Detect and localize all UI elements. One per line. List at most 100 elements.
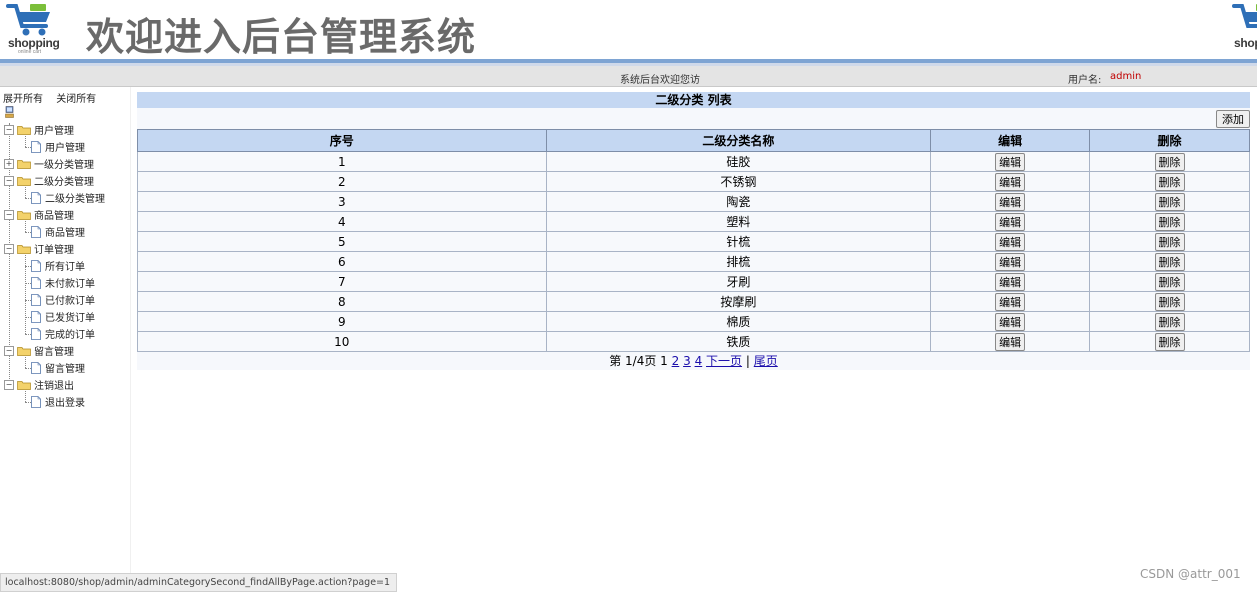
collapse-toggle-icon[interactable]: − <box>4 175 14 186</box>
collapse-toggle-icon[interactable]: − <box>4 209 14 220</box>
table-row: 10 铁质 编辑 删除 <box>137 331 1250 352</box>
cell-delete: 删除 <box>1089 171 1250 192</box>
tree-leaf[interactable]: 已付款订单 <box>31 292 95 307</box>
table-row: 3 陶瓷 编辑 删除 <box>137 191 1250 212</box>
delete-button[interactable]: 删除 <box>1154 332 1185 351</box>
edit-button[interactable]: 编辑 <box>995 232 1026 251</box>
collapse-all-link[interactable]: 关闭所有 <box>56 94 96 105</box>
cell-no: 5 <box>137 231 547 252</box>
tree-leaf[interactable]: 留言管理 <box>31 360 85 375</box>
edit-button[interactable]: 编辑 <box>995 152 1026 171</box>
collapse-toggle-icon[interactable]: − <box>4 243 14 254</box>
tree-leaf[interactable]: 完成的订单 <box>31 326 95 341</box>
cart-icon <box>6 4 50 36</box>
edit-button[interactable]: 编辑 <box>995 332 1026 351</box>
tree-folder[interactable]: − 订单管理 <box>4 241 74 256</box>
welcome-text: 系统后台欢迎您访 <box>620 75 700 86</box>
add-button[interactable]: 添加 <box>1216 110 1250 128</box>
tree-folder[interactable]: − 二级分类管理 <box>4 173 94 188</box>
tree-branch-line <box>25 391 26 402</box>
folder-icon <box>17 380 31 390</box>
folder-icon <box>17 176 31 186</box>
cell-category-name: 针梳 <box>545 231 932 252</box>
tree-folder[interactable]: − 商品管理 <box>4 207 74 222</box>
tree-folder[interactable]: + 一级分类管理 <box>4 156 94 171</box>
delete-button[interactable]: 删除 <box>1154 152 1185 171</box>
cell-edit: 编辑 <box>930 231 1091 252</box>
tree-leaf[interactable]: 退出登录 <box>31 394 85 409</box>
delete-button[interactable]: 删除 <box>1154 292 1185 311</box>
tree-branch-line <box>25 187 26 198</box>
edit-button[interactable]: 编辑 <box>995 192 1026 211</box>
expand-all-link[interactable]: 展开所有 <box>3 94 43 105</box>
expand-toggle-icon[interactable]: + <box>4 158 14 169</box>
cell-edit: 编辑 <box>930 331 1091 352</box>
cart-icon <box>1232 4 1257 28</box>
tree-controls: 展开所有 关闭所有 <box>3 90 106 105</box>
collapse-toggle-icon[interactable]: − <box>4 124 14 135</box>
tree-leaf[interactable]: 二级分类管理 <box>31 190 105 205</box>
pager-current: 第 1/4页 1 <box>609 354 668 368</box>
collapse-toggle-icon[interactable]: − <box>4 379 14 390</box>
edit-button[interactable]: 编辑 <box>995 272 1026 291</box>
cell-delete: 删除 <box>1089 151 1250 172</box>
delete-button[interactable]: 删除 <box>1154 312 1185 331</box>
edit-button[interactable]: 编辑 <box>995 212 1026 231</box>
delete-button[interactable]: 删除 <box>1154 192 1185 211</box>
tree-leaf[interactable]: 未付款订单 <box>31 275 95 290</box>
pager-page-2[interactable]: 2 <box>672 354 680 368</box>
tree-folder[interactable]: − 用户管理 <box>4 122 74 137</box>
delete-button[interactable]: 删除 <box>1154 172 1185 191</box>
folder-icon <box>17 125 31 135</box>
edit-button[interactable]: 编辑 <box>995 292 1026 311</box>
cell-edit: 编辑 <box>930 171 1091 192</box>
delete-button[interactable]: 删除 <box>1154 272 1185 291</box>
tree-leaf[interactable]: 商品管理 <box>31 224 85 239</box>
pager-last-link[interactable]: 尾页 <box>754 354 778 368</box>
edit-button[interactable]: 编辑 <box>995 172 1026 191</box>
tree-leaf-label: 商品管理 <box>45 228 85 239</box>
cell-edit: 编辑 <box>930 291 1091 312</box>
cell-delete: 删除 <box>1089 271 1250 292</box>
page-icon <box>31 191 41 204</box>
sidebar-tree: 展开所有 关闭所有 − 用户管理用户管理 + 一级分类管理 − 二级分类管理二级分类管理 −… <box>0 87 131 573</box>
table-row: 2 不锈钢 编辑 删除 <box>137 171 1250 192</box>
table-row: 4 塑料 编辑 删除 <box>137 211 1250 232</box>
cell-delete: 删除 <box>1089 331 1250 352</box>
edit-button[interactable]: 编辑 <box>995 312 1026 331</box>
column-header-delete: 删除 <box>1089 129 1250 152</box>
table-row: 8 按摩刷 编辑 删除 <box>137 291 1250 312</box>
tree-folder[interactable]: − 注销退出 <box>4 377 74 392</box>
delete-button[interactable]: 删除 <box>1154 252 1185 271</box>
delete-button[interactable]: 删除 <box>1154 212 1185 231</box>
tree-folder[interactable]: − 留言管理 <box>4 343 74 358</box>
pager-next-link[interactable]: 下一页 <box>706 354 742 368</box>
tree-leaf[interactable]: 已发货订单 <box>31 309 95 324</box>
tree-leaf[interactable]: 所有订单 <box>31 258 85 273</box>
tree-leaf[interactable]: 用户管理 <box>31 139 85 154</box>
info-bar: 系统后台欢迎您访 用户名: admin <box>0 66 1257 87</box>
cell-delete: 删除 <box>1089 311 1250 332</box>
cell-delete: 删除 <box>1089 291 1250 312</box>
cell-no: 6 <box>137 251 547 272</box>
cell-no: 8 <box>137 291 547 312</box>
cell-category-name: 按摩刷 <box>545 291 932 312</box>
toolbar: 添加 <box>137 108 1250 129</box>
edit-button[interactable]: 编辑 <box>995 252 1026 271</box>
cell-edit: 编辑 <box>930 311 1091 332</box>
delete-button[interactable]: 删除 <box>1154 232 1185 251</box>
cell-category-name: 塑料 <box>545 211 932 232</box>
collapse-toggle-icon[interactable]: − <box>4 345 14 356</box>
pager-page-3[interactable]: 3 <box>683 354 691 368</box>
tree-folder-label: 留言管理 <box>34 347 74 358</box>
cell-no: 4 <box>137 211 547 232</box>
table-row: 5 针梳 编辑 删除 <box>137 231 1250 252</box>
cell-no: 10 <box>137 331 547 352</box>
tree-leaf-label: 所有订单 <box>45 262 85 273</box>
page-icon <box>31 327 41 340</box>
pager-page-4[interactable]: 4 <box>695 354 703 368</box>
tree-branch-line <box>25 255 26 334</box>
page-icon <box>31 259 41 272</box>
cell-category-name: 铁质 <box>545 331 932 352</box>
tree-branch-line <box>25 357 26 368</box>
